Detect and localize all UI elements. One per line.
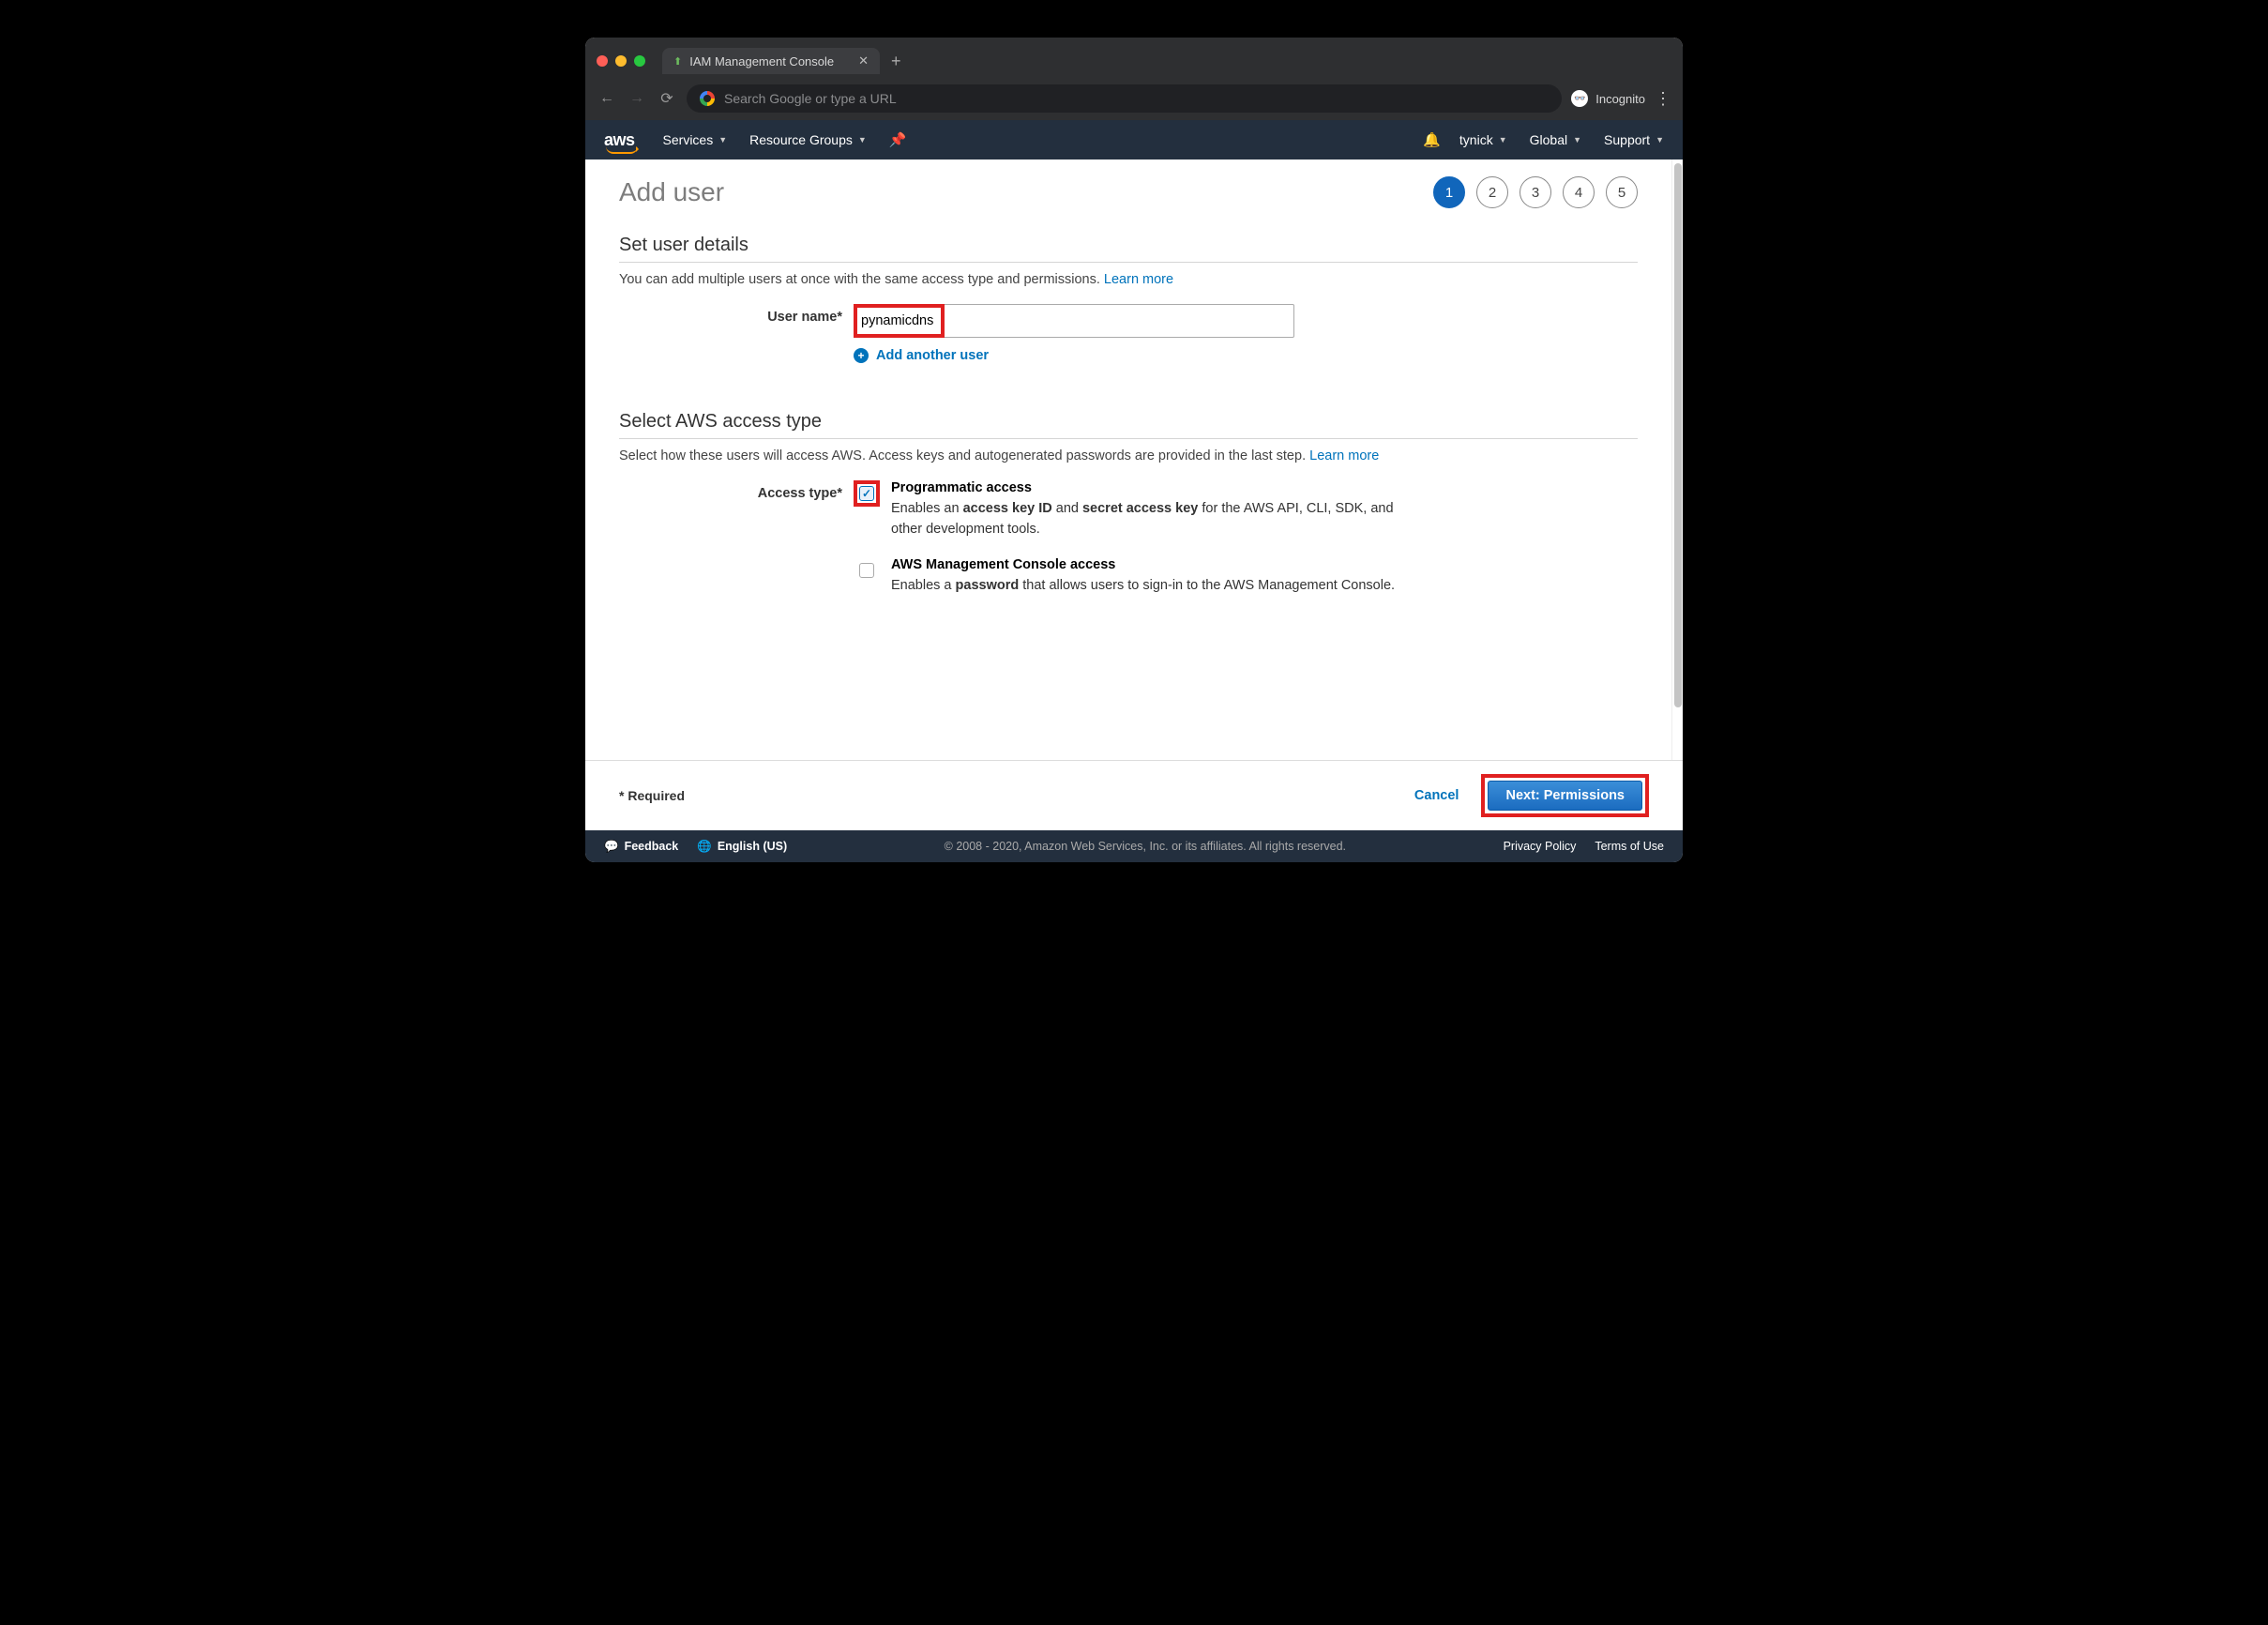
globe-icon: 🌐 — [697, 840, 712, 854]
aws-logo[interactable]: aws — [604, 130, 635, 150]
close-tab-icon[interactable]: ✕ — [858, 53, 869, 68]
programmatic-access-title: Programmatic access — [891, 480, 1416, 495]
browser-menu-icon[interactable]: ⋮ — [1655, 89, 1671, 109]
notifications-icon[interactable]: 🔔 — [1423, 131, 1441, 148]
console-access-desc: Enables a password that allows users to … — [891, 576, 1416, 597]
google-icon — [700, 91, 715, 106]
required-note: * Required — [619, 788, 685, 803]
close-window-icon[interactable] — [597, 55, 608, 67]
wizard-step-2[interactable]: 2 — [1476, 176, 1508, 208]
terms-link[interactable]: Terms of Use — [1595, 840, 1664, 853]
feedback-link[interactable]: 💬Feedback — [604, 840, 678, 854]
wizard-step-5[interactable]: 5 — [1606, 176, 1638, 208]
programmatic-access-desc: Enables an access key ID and secret acce… — [891, 499, 1416, 540]
language-selector[interactable]: 🌐English (US) — [697, 840, 787, 854]
chevron-down-icon: ▼ — [858, 135, 867, 144]
wizard-step-3[interactable]: 3 — [1520, 176, 1551, 208]
services-menu[interactable]: Services▼ — [663, 132, 728, 147]
username-label: User name* — [619, 304, 854, 338]
section-access-type-desc: Select how these users will access AWS. … — [619, 448, 1638, 463]
back-icon[interactable]: ← — [597, 90, 617, 107]
tab-title: IAM Management Console — [689, 54, 834, 68]
section-user-details-heading: Set user details — [619, 235, 1638, 256]
address-bar[interactable]: Search Google or type a URL — [687, 84, 1562, 113]
console-access-title: AWS Management Console access — [891, 557, 1416, 572]
chevron-down-icon: ▼ — [1573, 135, 1581, 144]
account-menu[interactable]: tynick▼ — [1459, 132, 1507, 147]
section-access-type-heading: Select AWS access type — [619, 411, 1638, 433]
region-menu[interactable]: Global▼ — [1530, 132, 1581, 147]
maximize-window-icon[interactable] — [634, 55, 645, 67]
next-permissions-button[interactable]: Next: Permissions — [1488, 781, 1642, 811]
learn-more-link[interactable]: Learn more — [1309, 448, 1379, 463]
copyright-text: © 2008 - 2020, Amazon Web Services, Inc.… — [806, 840, 1484, 853]
console-access-checkbox[interactable] — [859, 563, 874, 578]
chat-icon: 💬 — [604, 840, 619, 854]
page-title: Add user — [619, 177, 724, 207]
window-controls[interactable] — [597, 55, 645, 67]
address-placeholder: Search Google or type a URL — [724, 91, 897, 106]
incognito-icon: 👓 — [1571, 90, 1588, 107]
forward-icon: → — [627, 90, 647, 107]
favicon-icon: ⬆ — [673, 55, 682, 68]
pin-icon[interactable]: 📌 — [889, 131, 907, 148]
programmatic-access-checkbox[interactable]: ✓ — [859, 486, 874, 501]
chevron-down-icon: ▼ — [718, 135, 727, 144]
username-input[interactable] — [859, 310, 939, 332]
add-another-user-link[interactable]: + Add another user — [854, 348, 989, 363]
access-type-label: Access type* — [619, 480, 854, 596]
learn-more-link[interactable]: Learn more — [1104, 272, 1173, 287]
divider — [619, 438, 1638, 439]
resource-groups-menu[interactable]: Resource Groups▼ — [749, 132, 867, 147]
wizard-steps: 1 2 3 4 5 — [1433, 176, 1638, 208]
section-user-details-desc: You can add multiple users at once with … — [619, 272, 1638, 287]
support-menu[interactable]: Support▼ — [1604, 132, 1664, 147]
minimize-window-icon[interactable] — [615, 55, 627, 67]
scrollbar[interactable] — [1671, 159, 1683, 760]
wizard-step-1[interactable]: 1 — [1433, 176, 1465, 208]
divider — [619, 262, 1638, 263]
wizard-step-4[interactable]: 4 — [1563, 176, 1595, 208]
cancel-button[interactable]: Cancel — [1414, 788, 1459, 803]
chevron-down-icon: ▼ — [1656, 135, 1664, 144]
plus-icon: + — [854, 348, 869, 363]
incognito-badge: 👓 Incognito — [1571, 90, 1645, 107]
privacy-link[interactable]: Privacy Policy — [1504, 840, 1577, 853]
chevron-down-icon: ▼ — [1499, 135, 1507, 144]
browser-tab[interactable]: ⬆ IAM Management Console ✕ — [662, 48, 880, 74]
reload-icon[interactable]: ⟳ — [657, 89, 677, 108]
new-tab-button[interactable]: + — [891, 52, 901, 71]
